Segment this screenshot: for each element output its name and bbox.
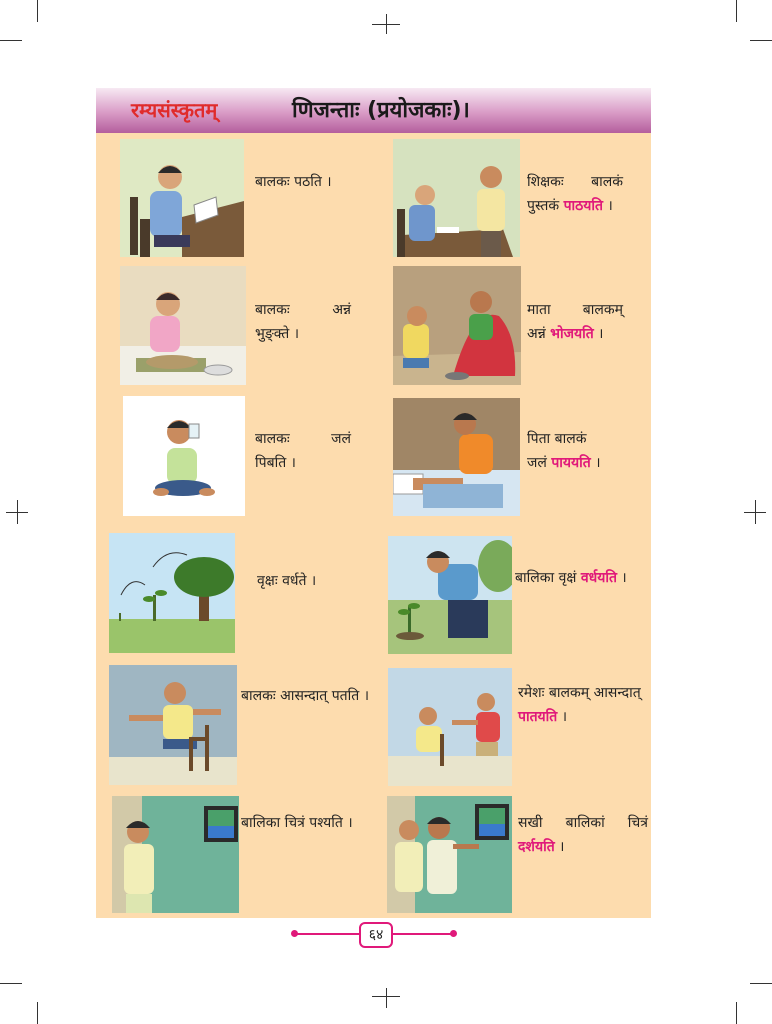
page-ornament-line: [296, 933, 359, 935]
illustration-boy-falling: [109, 665, 237, 785]
sentence-line: शिक्षकः बालकं: [527, 174, 623, 190]
sentence-line: रमेशः बालकम् आसन्दात्: [518, 685, 641, 701]
causative-verb: दर्शयति: [518, 839, 555, 855]
sentence-line: दर्शयति ।: [518, 835, 648, 859]
sentence-left-2: बालकः अन्नं भुङ्क्ते ।: [255, 298, 351, 346]
sentence-left-4: वृक्षः वर्धते ।: [257, 569, 357, 593]
illustration-friend-showing-picture: [387, 796, 512, 913]
sentence-line: बालकः अन्नं: [255, 302, 351, 318]
causative-verb: पातयति: [518, 709, 558, 725]
illustration-girl-planting: [388, 536, 512, 654]
sentence-line: पिता बालकं: [527, 431, 587, 447]
sentence-line: अन्नं भोजयति ।: [527, 322, 623, 346]
illustration-boy-reading: [120, 139, 244, 257]
chapter-title: णिजन्ताः (प्रयोजकाः)।: [292, 98, 470, 123]
sentence-line: बालकः आसन्दात् पतति ।: [241, 688, 370, 704]
illustration-mother-feeding: [393, 266, 521, 385]
sentence-right-6: सखी बालिकां चित्रं दर्शयति ।: [518, 811, 648, 859]
sentence-text: ।: [616, 570, 627, 586]
sentence-line: जलं पाययति ।: [527, 451, 623, 475]
sentence-line: पिबति ।: [255, 455, 296, 471]
sentence-line: बालकः जलं: [255, 431, 351, 447]
registration-mark: [386, 14, 387, 34]
sentence-text: ।: [557, 709, 568, 725]
registration-mark: [755, 500, 756, 524]
sentence-right-4: बालिका वृक्षं वर्धयति ।: [515, 566, 645, 590]
sentence-text: पुस्तकं: [527, 198, 564, 214]
illustration-tree-growing: [109, 533, 235, 653]
registration-mark: [17, 500, 18, 524]
sentence-left-3: बालकः जलं पिबति ।: [255, 427, 351, 475]
sentence-line: बालिका चित्रं पश्यति ।: [241, 815, 353, 831]
sentence-text: ।: [593, 326, 604, 342]
illustration-girl-seeing-picture: [112, 796, 239, 913]
registration-mark: [386, 988, 387, 1008]
sentence-right-3: पिता बालकं जलं पाययति ।: [527, 427, 623, 475]
crop-mark: [37, 0, 38, 22]
sentence-line: भुङ्क्ते ।: [255, 326, 300, 342]
crop-mark: [736, 1002, 737, 1024]
illustration-father-giving-water: [393, 398, 520, 516]
causative-verb: भोजयति: [550, 326, 594, 342]
page-number: ६४: [359, 922, 393, 948]
sentence-left-5: बालकः आसन्दात् पतति ।: [241, 684, 391, 708]
book-title: रम्यसंस्कृतम्: [131, 98, 218, 122]
sentence-right-2: माता बालकम् अन्नं भोजयति ।: [527, 298, 623, 346]
page-ornament-dot: [450, 930, 457, 937]
crop-mark: [37, 1002, 38, 1024]
sentence-right-5: रमेशः बालकम् आसन्दात् पातयति ।: [518, 681, 650, 729]
sentence-text: जलं: [527, 455, 552, 471]
sentence-text: अन्नं: [527, 326, 551, 342]
crop-mark: [0, 40, 22, 41]
sentence-line: बालिका वृक्षं वर्धयति ।: [515, 566, 645, 590]
illustration-boy-drinking: [123, 396, 245, 516]
causative-verb: पाययति: [551, 455, 591, 471]
causative-verb: पाठयति: [563, 198, 604, 214]
sentence-line: सखी बालिकां चित्रं: [518, 815, 648, 831]
crop-mark: [750, 40, 772, 41]
sentence-text: ।: [554, 839, 565, 855]
illustration-ramesh-pushing: [388, 668, 512, 786]
sentence-text: ।: [603, 198, 613, 214]
sentence-text: बालिका वृक्षं: [515, 570, 581, 586]
crop-mark: [0, 983, 22, 984]
sentence-left-6: बालिका चित्रं पश्यति ।: [241, 811, 371, 835]
crop-mark: [736, 0, 737, 22]
sentence-left-1: बालकः पठति ।: [255, 170, 375, 194]
illustration-teacher-teaching: [393, 139, 520, 257]
illustration-boy-eating: [120, 266, 246, 385]
causative-verb: वर्धयति: [580, 570, 617, 586]
sentence-right-1: शिक्षकः बालकं पुस्तकं पाठयति ।: [527, 170, 623, 218]
crop-mark: [750, 983, 772, 984]
sentence-line: पुस्तकं पाठयति ।: [527, 194, 623, 218]
sentence-text: ।: [590, 455, 601, 471]
sentence-line: माता बालकम्: [527, 302, 623, 318]
sentence-line: बालकः पठति ।: [255, 174, 332, 190]
sentence-line: पातयति ।: [518, 705, 650, 729]
page-ornament-line: [391, 933, 452, 935]
sentence-line: वृक्षः वर्धते ।: [257, 573, 317, 589]
